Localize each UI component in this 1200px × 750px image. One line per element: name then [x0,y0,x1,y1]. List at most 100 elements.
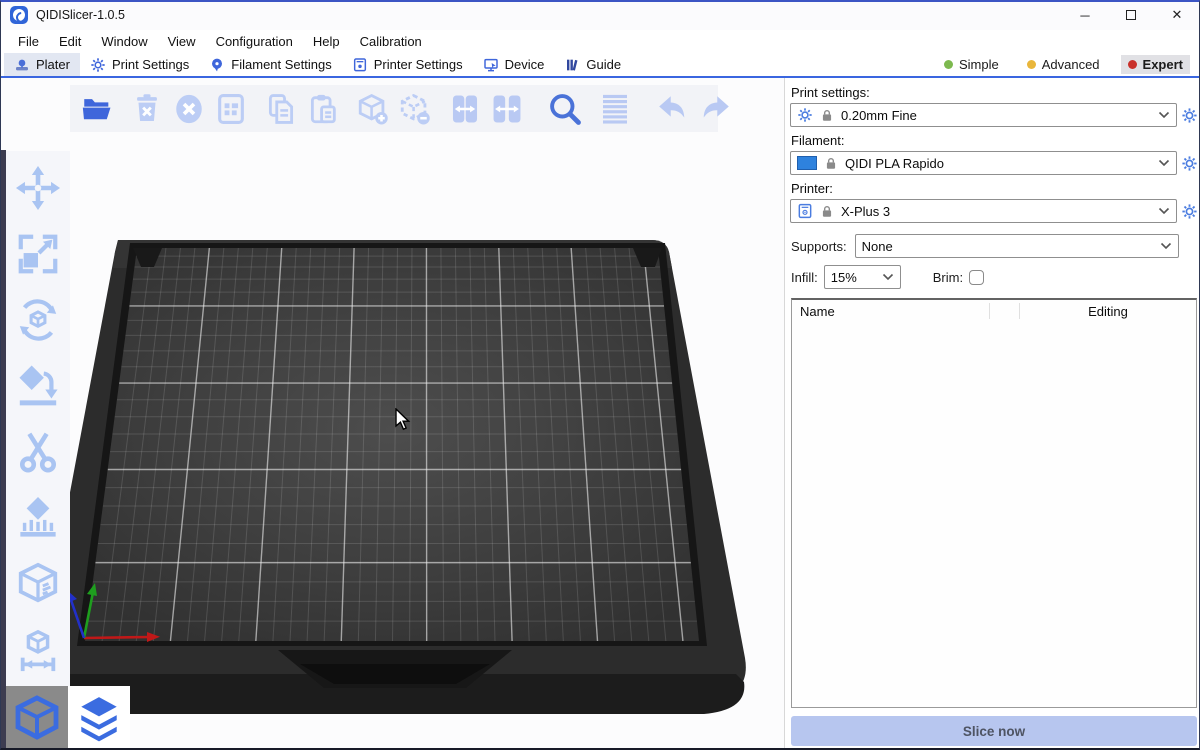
place-on-face-icon [15,363,61,409]
mode-advanced[interactable]: Advanced [1020,55,1107,74]
printer-gear-button[interactable] [1180,200,1199,222]
mouse-cursor [394,408,414,432]
mode-expert[interactable]: Expert [1121,55,1190,74]
column-name: Name [792,303,990,319]
gear-icon [1181,155,1198,172]
tab-printer-settings[interactable]: Printer Settings [342,53,473,76]
variable-layer-height-button[interactable] [594,89,636,129]
menu-view[interactable]: View [158,32,206,51]
tab-label: Filament Settings [231,57,331,72]
maximize-icon [1126,10,1136,20]
object-list[interactable]: Name Editing [791,298,1197,708]
menu-calibration[interactable]: Calibration [350,32,432,51]
supports-combo[interactable]: None [855,234,1179,258]
rotate-tool[interactable] [9,287,67,353]
brim-label: Brim: [933,270,963,285]
tab-label: Device [505,57,545,72]
close-button[interactable]: ✕ [1154,0,1200,30]
gear-icon [1181,203,1198,220]
slice-now-button[interactable]: Slice now [791,716,1197,746]
filament-gear-button[interactable] [1180,152,1199,174]
object-list-body[interactable] [792,322,1196,707]
print-settings-icon [90,57,106,73]
split-objects-button[interactable] [444,89,486,129]
minimize-button[interactable]: ─ [1062,0,1108,30]
app-logo-icon [10,6,28,24]
seam-tool[interactable] [9,551,67,617]
brim-checkbox[interactable] [969,270,984,285]
object-manipulation-toolbar [6,151,70,687]
print-settings-label: Print settings: [791,85,1200,100]
rotate-icon [15,297,61,343]
add-instance-icon [356,92,390,126]
split-parts-button[interactable] [486,89,528,129]
printer-combo[interactable]: X-Plus 3 [790,199,1177,223]
tab-guide[interactable]: Guide [554,53,631,76]
redo-icon [697,91,733,127]
move-tool[interactable] [9,155,67,221]
scale-tool[interactable] [9,221,67,287]
mode-label: Expert [1143,57,1183,72]
search-button[interactable] [544,89,586,129]
tab-filament-settings[interactable]: Filament Settings [199,53,341,76]
add-instance-button[interactable] [352,89,394,129]
undo-button[interactable] [652,89,694,129]
redo-button[interactable] [694,89,736,129]
menu-help[interactable]: Help [303,32,350,51]
object-list-header: Name Editing [792,300,1196,322]
menu-window[interactable]: Window [91,32,157,51]
move-icon [15,165,61,211]
chevron-down-icon [1160,242,1172,250]
measure-tool[interactable] [9,617,67,683]
delete-icon [130,92,164,126]
open-folder-icon [80,92,114,126]
device-icon [483,57,499,73]
mode-label: Simple [959,57,999,72]
print-settings-gear-button[interactable] [1180,104,1199,126]
column-editing: Editing [1020,304,1196,319]
mode-label: Advanced [1042,57,1100,72]
viewport-3d[interactable] [0,78,784,750]
lock-icon [824,156,838,171]
menu-configuration[interactable]: Configuration [206,32,303,51]
menu-edit[interactable]: Edit [49,32,91,51]
printer-icon [797,203,813,219]
chevron-down-icon [1158,207,1170,215]
preview-layers-view-button[interactable] [68,686,130,750]
lock-icon [820,108,834,123]
place-on-face-tool[interactable] [9,353,67,419]
lock-icon [820,204,834,219]
delete-all-button[interactable] [168,89,210,129]
print-settings-combo[interactable]: 0.20mm Fine [790,103,1177,127]
mode-simple[interactable]: Simple [937,55,1006,74]
tab-device[interactable]: Device [473,53,555,76]
tab-print-settings[interactable]: Print Settings [80,53,199,76]
infill-combo[interactable]: 15% [824,265,901,289]
remove-instance-button[interactable] [394,89,436,129]
plater-toolbar [70,85,718,132]
delete-button[interactable] [126,89,168,129]
menu-file[interactable]: File [8,32,49,51]
mode-switcher: Simple Advanced Expert [937,55,1200,74]
filament-combo[interactable]: QIDI PLA Rapido [790,151,1177,175]
paste-button[interactable] [302,89,344,129]
remove-instance-icon [398,92,432,126]
printer-label: Printer: [791,181,1200,196]
paint-supports-icon [15,495,61,541]
layers-icon [74,693,124,743]
maximize-button[interactable] [1108,0,1154,30]
open-folder-button[interactable] [76,89,118,129]
print-settings-value: 0.20mm Fine [841,108,1151,123]
cube-3d-icon [13,694,61,742]
editor-3d-view-button[interactable] [6,686,68,750]
cut-tool[interactable] [9,419,67,485]
simple-dot-icon [944,60,953,69]
tab-plater[interactable]: Plater [4,53,80,76]
copy-button[interactable] [260,89,302,129]
chevron-down-icon [882,273,894,281]
plater-icon [14,57,30,73]
expert-dot-icon [1128,60,1137,69]
supports-value: None [862,239,1153,254]
arrange-button[interactable] [210,89,252,129]
paint-supports-tool[interactable] [9,485,67,551]
